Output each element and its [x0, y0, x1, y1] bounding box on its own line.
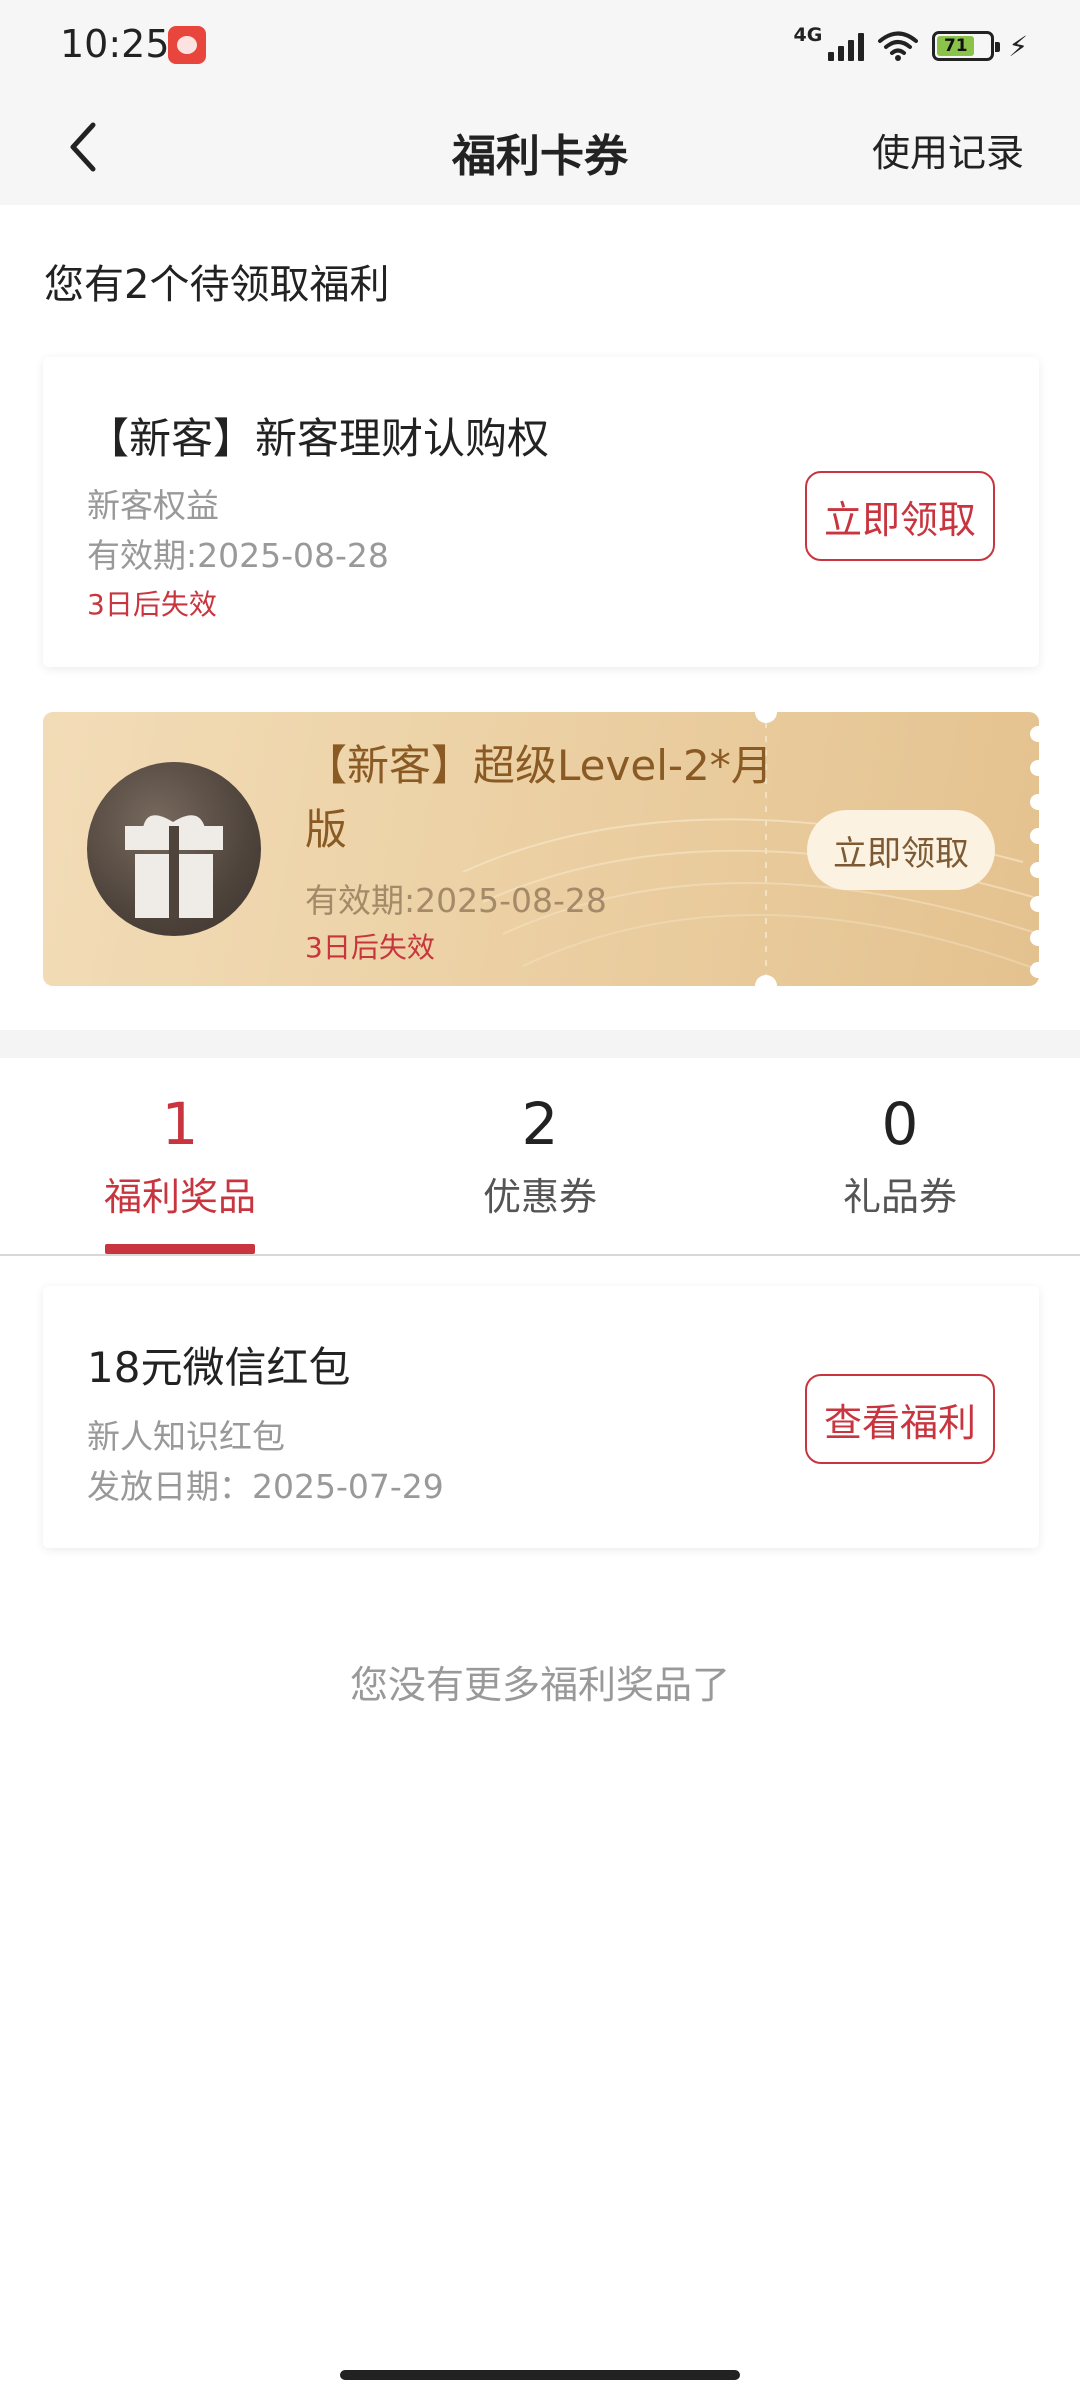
- card-validity: 有效期:2025-08-28: [87, 536, 389, 575]
- category-tabs: 1 福利奖品 2 优惠券 0 礼品券: [0, 1058, 1080, 1256]
- tab-label: 优惠券: [482, 1175, 597, 1219]
- usage-records-link[interactable]: 使用记录: [872, 122, 1024, 177]
- status-bar: 10:25 4G 71 ⚡: [0, 0, 1080, 92]
- app-notification-icon: [168, 26, 206, 64]
- tab-count: 1: [161, 1090, 199, 1158]
- status-time: 10:25: [60, 22, 170, 66]
- tabs-divider: [0, 1254, 1080, 1256]
- pending-card: 【新客】新客理财认购权 新客权益 有效期:2025-08-28 3日后失效 立即…: [43, 357, 1039, 667]
- ticket-edge: [1030, 896, 1039, 912]
- ticket-validity: 有效期:2025-08-28: [305, 881, 607, 920]
- tab-gift-vouchers[interactable]: 0 礼品券: [720, 1058, 1080, 1256]
- tab-count: 2: [521, 1090, 559, 1158]
- tab-count: 0: [881, 1090, 919, 1158]
- claim-button[interactable]: 立即领取: [805, 471, 995, 561]
- battery-level: 71: [937, 36, 975, 56]
- view-reward-button[interactable]: 查看福利: [805, 1374, 995, 1464]
- nav-bar: 福利卡券 使用记录: [0, 92, 1080, 205]
- home-indicator[interactable]: [340, 2370, 740, 2380]
- reward-title: 18元微信红包: [87, 1343, 351, 1392]
- charging-icon: ⚡: [1008, 29, 1028, 63]
- ticket-expiry-warning: 3日后失效: [305, 931, 435, 964]
- pending-heading: 您有2个待领取福利: [44, 262, 390, 308]
- reward-date: 发放日期：2025-07-29: [87, 1467, 444, 1506]
- ticket-title: 【新客】超级Level-2*月版: [305, 741, 773, 854]
- wifi-icon: [878, 31, 919, 61]
- tab-label: 福利奖品: [103, 1175, 256, 1219]
- battery-icon: 71: [932, 31, 1001, 61]
- reward-subtitle: 新人知识红包: [87, 1417, 285, 1456]
- status-icons: 4G 71 ⚡: [794, 24, 1029, 68]
- ticket-edge: [1030, 828, 1039, 844]
- active-tab-indicator: [105, 1244, 255, 1254]
- card-subtitle: 新客权益: [87, 486, 219, 525]
- signal-icon: [828, 31, 865, 61]
- ticket-edge: [1030, 962, 1039, 978]
- card-title: 【新客】新客理财认购权: [87, 414, 550, 463]
- empty-list-hint: 您没有更多福利奖品了: [349, 1663, 730, 1707]
- ticket-edge: [1030, 760, 1039, 776]
- tab-welfare-rewards[interactable]: 1 福利奖品: [0, 1058, 360, 1256]
- network-type-label: 4G: [793, 24, 823, 46]
- claim-button[interactable]: 立即领取: [807, 810, 995, 890]
- tab-coupons[interactable]: 2 优惠券: [360, 1058, 720, 1256]
- reward-card: 18元微信红包 新人知识红包 发放日期：2025-07-29 查看福利: [43, 1286, 1039, 1548]
- pending-ticket-card: 【新客】超级Level-2*月版 有效期:2025-08-28 3日后失效 立即…: [43, 712, 1039, 986]
- section-divider: [0, 1030, 1080, 1058]
- ticket-edge: [1030, 930, 1039, 946]
- ticket-edge: [1030, 862, 1039, 878]
- ticket-edge: [1030, 726, 1039, 742]
- card-expiry-warning: 3日后失效: [87, 588, 217, 621]
- ticket-edge: [1030, 794, 1039, 810]
- gift-icon: [87, 762, 261, 936]
- tab-label: 礼品券: [842, 1175, 957, 1219]
